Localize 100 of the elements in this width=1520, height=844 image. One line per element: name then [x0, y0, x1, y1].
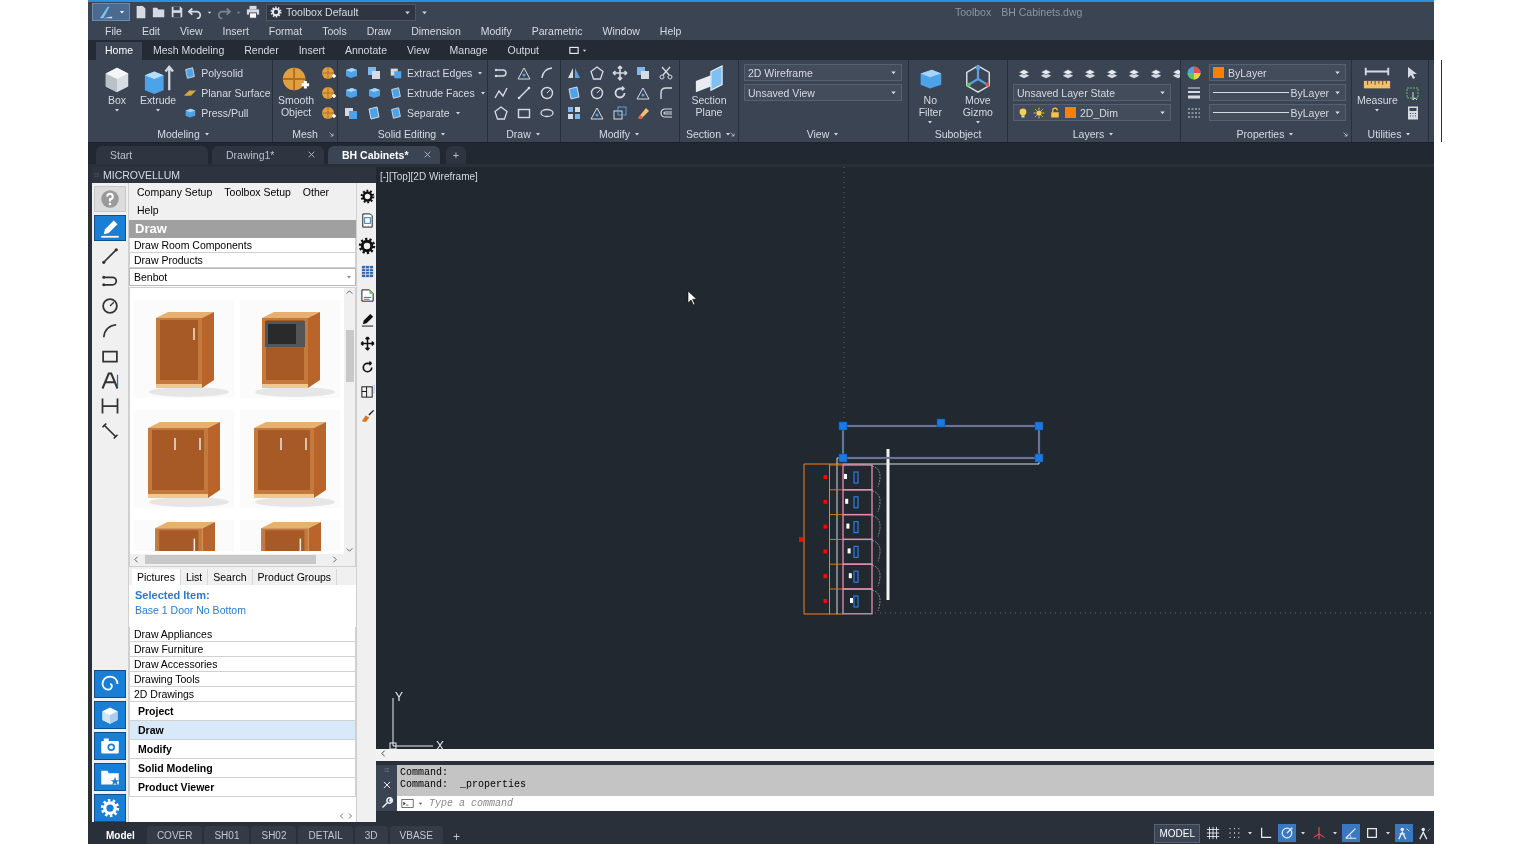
panel-title[interactable]: View — [739, 126, 908, 142]
triangle-icon[interactable] — [635, 85, 651, 101]
document-tab[interactable]: Start — [96, 145, 208, 164]
menu-item[interactable]: Help — [137, 203, 159, 220]
menu-item[interactable]: Insert — [222, 25, 259, 37]
menu-item[interactable]: Toolbox Setup — [224, 185, 291, 202]
ribbon-button[interactable]: Separate — [389, 105, 487, 121]
face-icon[interactable] — [566, 85, 582, 101]
launcher-icon[interactable] — [728, 130, 736, 138]
copy-icon[interactable] — [635, 65, 651, 81]
menu-item[interactable]: Format — [268, 25, 313, 37]
pencil-icon[interactable] — [359, 311, 375, 327]
circle-icon[interactable] — [539, 85, 555, 101]
panel-title[interactable]: Layers — [1008, 126, 1180, 142]
caret-icon[interactable] — [1299, 829, 1307, 837]
ribbon-button[interactable]: Section Plane — [685, 64, 733, 118]
fillet-icon[interactable] — [658, 85, 674, 101]
sphere-icon[interactable] — [321, 85, 337, 101]
dimension-icon[interactable] — [100, 396, 120, 417]
face-icon[interactable] — [366, 105, 382, 121]
new-tab-button[interactable]: + — [446, 145, 466, 164]
undo-icon[interactable] — [188, 5, 202, 19]
status-toggle[interactable] — [1342, 824, 1360, 842]
triangle-icon[interactable] — [516, 65, 532, 81]
view-tab[interactable]: Product Groups — [252, 568, 338, 585]
view-tab[interactable]: List — [180, 568, 209, 585]
application-menu-button[interactable] — [92, 3, 130, 21]
panel-title[interactable]: Properties — [1181, 126, 1351, 142]
layout-tab[interactable]: DETAIL — [298, 826, 353, 844]
rotate-icon[interactable] — [359, 359, 375, 375]
menu-item[interactable]: Edit — [141, 25, 170, 37]
status-toggle[interactable] — [1204, 824, 1222, 842]
lineweight-icon[interactable] — [1186, 85, 1202, 101]
ribbon-tab[interactable]: Mesh Modeling — [144, 42, 234, 60]
ribbon-tab[interactable]: Output — [498, 42, 549, 60]
module-button[interactable] — [94, 670, 126, 699]
wrench-icon[interactable] — [380, 796, 393, 809]
scroll-thumb[interactable] — [345, 329, 354, 382]
ribbon-button[interactable]: Extrude Faces — [389, 85, 487, 101]
module-button[interactable] — [94, 701, 126, 730]
menu-item[interactable]: Dimension — [411, 25, 471, 37]
launcher-icon[interactable] — [327, 130, 335, 138]
printer-icon[interactable] — [246, 5, 260, 19]
panel-title[interactable]: Utilities — [1352, 126, 1428, 142]
caret-icon[interactable] — [1384, 829, 1392, 837]
ribbon-button[interactable]: Polysolid — [183, 65, 271, 81]
pentagon-icon[interactable] — [493, 105, 509, 121]
layout-tab[interactable]: SH02 — [251, 826, 297, 844]
brush-icon[interactable] — [359, 407, 375, 423]
dropdown[interactable]: ByLayer — [1209, 104, 1346, 121]
launcher-icon[interactable] — [1341, 130, 1349, 138]
space-toggle[interactable]: MODEL — [1154, 823, 1200, 843]
ribbon-button[interactable]: Measure — [1357, 64, 1398, 114]
solid-icon[interactable] — [343, 105, 359, 121]
menu-item[interactable]: View — [180, 25, 213, 37]
ribbon-button[interactable]: Extract Edges — [389, 65, 487, 81]
solid-icon[interactable] — [366, 85, 382, 101]
pentagon-icon[interactable] — [589, 65, 605, 81]
aligned-dimension-icon[interactable] — [100, 421, 120, 442]
menu-item[interactable]: Company Setup — [137, 185, 213, 202]
close-icon[interactable] — [307, 150, 316, 160]
new-file-icon[interactable] — [134, 5, 148, 19]
folder-icon[interactable] — [152, 5, 166, 19]
status-toggle[interactable] — [1278, 824, 1296, 842]
ribbon-tab[interactable]: Manage — [440, 42, 497, 60]
close-icon[interactable] — [381, 779, 392, 790]
color-dropdown[interactable]: ByLayer — [1209, 64, 1346, 81]
workspace-dropdown[interactable]: Toolbox Default — [266, 3, 416, 21]
ribbon-button[interactable]: Box — [101, 64, 133, 114]
grid-icon[interactable] — [566, 105, 582, 121]
solid-icon[interactable] — [343, 85, 359, 101]
mode-button[interactable] — [94, 214, 126, 241]
ribbon-button[interactable]: Move Gizmo — [953, 64, 1002, 126]
view-tab[interactable]: Pictures — [132, 568, 181, 585]
arc-icon[interactable] — [539, 65, 555, 81]
vertical-scrollbar[interactable] — [344, 287, 355, 554]
gear-icon[interactable] — [359, 188, 375, 204]
sphere-icon[interactable] — [321, 65, 337, 81]
gear-icon[interactable] — [358, 236, 376, 255]
table-icon[interactable] — [359, 263, 375, 279]
menu-item[interactable]: File — [105, 25, 132, 37]
scale-icon[interactable] — [612, 105, 628, 121]
panel-title[interactable]: Mesh — [273, 126, 337, 142]
ribbon-tab[interactable]: Home — [96, 42, 142, 60]
layout-tab[interactable]: VBASE — [389, 826, 443, 844]
layout-tab[interactable]: 3D — [354, 826, 388, 844]
menu-item[interactable]: Help — [659, 25, 692, 37]
panel-title[interactable]: Draw — [488, 126, 560, 142]
panel-title[interactable]: Section — [680, 126, 738, 142]
view-tab[interactable]: Search — [208, 568, 253, 585]
action-row[interactable]: Draw Appliances — [129, 626, 356, 642]
offset-icon[interactable] — [658, 105, 674, 121]
selection-icon[interactable] — [1404, 85, 1421, 101]
panel-title[interactable]: Modeling — [96, 126, 272, 142]
menu-item[interactable]: Tools — [322, 25, 357, 37]
dropdown[interactable]: 2D Wireframe — [744, 64, 902, 81]
ribbon-tab[interactable]: Annotate — [335, 42, 396, 60]
menu-item[interactable]: Modify — [480, 25, 522, 37]
module-button[interactable] — [94, 763, 126, 792]
ribbon-button[interactable]: Press/Pull — [183, 105, 271, 121]
